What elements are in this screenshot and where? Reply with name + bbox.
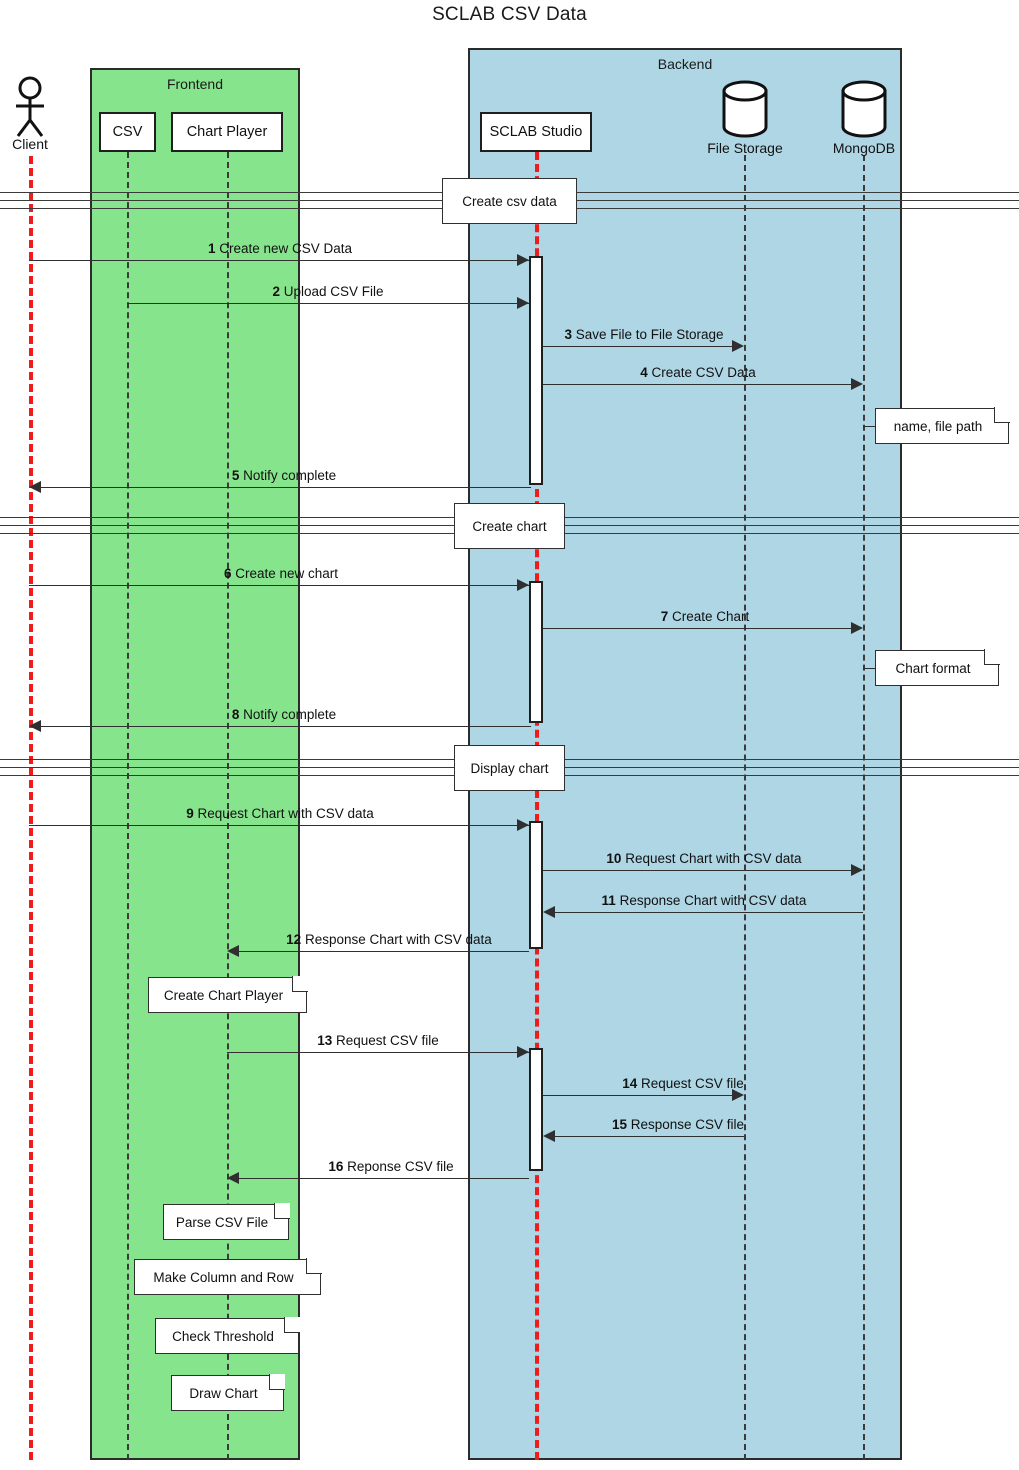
message-arrow-2	[127, 303, 529, 304]
message-arrowhead-8	[29, 720, 41, 732]
database-file-storage-label: File Storage	[707, 140, 783, 156]
message-arrow-5	[41, 487, 531, 488]
note-make-column-and-row: Make Column and Row	[134, 1258, 322, 1295]
message-label-12: 12 Response Chart with CSV data	[286, 932, 492, 947]
group-frontend-label: Frontend	[166, 76, 224, 92]
note-chart-format: Chart format	[875, 649, 1000, 686]
activation-sclab-studio-3	[529, 821, 543, 949]
group-backend-label: Backend	[657, 56, 713, 72]
message-arrow-14	[543, 1095, 732, 1096]
message-arrow-6	[29, 585, 529, 586]
message-arrow-7	[543, 628, 851, 629]
message-label-4: 4 Create CSV Data	[640, 365, 756, 380]
message-label-9: 9 Request Chart with CSV data	[186, 806, 374, 821]
lifeline-csv	[127, 152, 129, 1460]
message-label-13: 13 Request CSV file	[317, 1033, 439, 1048]
message-label-5: 5 Notify complete	[231, 468, 337, 483]
message-arrowhead-2	[517, 297, 529, 309]
message-label-15: 15 Response CSV file	[611, 1117, 745, 1132]
sequence-diagram-canvas: SCLAB CSV Data Frontend Backend Client C…	[0, 0, 1019, 1470]
message-label-6: 6 Create new chart	[223, 566, 339, 581]
page-title: SCLAB CSV Data	[432, 4, 587, 25]
message-label-3: 3 Save File to File Storage	[564, 327, 724, 342]
message-label-7: 7 Create Chart	[660, 609, 750, 624]
message-arrowhead-5	[29, 481, 41, 493]
message-arrow-1	[29, 260, 529, 261]
note-check-threshold: Check Threshold	[155, 1317, 300, 1354]
lifeline-file-storage	[744, 155, 746, 1460]
database-file-storage	[721, 79, 769, 139]
message-arrow-3	[543, 346, 732, 347]
note-make-column-and-row-text: Make Column and Row	[153, 1269, 294, 1285]
database-mongodb	[840, 79, 888, 139]
note-draw-chart-text: Draw Chart	[189, 1385, 258, 1401]
participant-head-csv-label: CSV	[112, 124, 143, 140]
note-parse-csv-file-text: Parse CSV File	[175, 1214, 269, 1230]
message-arrow-10	[543, 870, 851, 871]
lifeline-mongodb	[863, 155, 865, 1460]
note-check-threshold-text: Check Threshold	[172, 1328, 274, 1344]
note-name-file-path: name, file path	[875, 407, 1010, 444]
note-anchor-chart-format	[863, 668, 875, 669]
participant-head-chart-player-label: Chart Player	[186, 124, 268, 140]
message-arrow-8	[41, 726, 531, 727]
database-mongodb-label: MongoDB	[832, 140, 896, 156]
fragment-divider-display-chart: Display chart	[0, 745, 1019, 791]
note-create-chart-player: Create Chart Player	[148, 976, 308, 1013]
message-arrow-15	[555, 1136, 744, 1137]
fragment-divider-create-chart: Create chart	[0, 503, 1019, 549]
note-anchor-name-file-path	[863, 426, 875, 427]
message-label-2: 2 Upload CSV File	[272, 284, 384, 299]
message-label-14: 14 Request CSV file	[622, 1076, 744, 1091]
participant-head-sclab-studio-label: SCLAB Studio	[489, 124, 583, 140]
message-arrowhead-9	[517, 819, 529, 831]
note-chart-format-text: Chart format	[895, 660, 971, 676]
note-draw-chart: Draw Chart	[171, 1374, 285, 1411]
message-arrowhead-4	[851, 378, 863, 390]
actor-client-label: Client	[12, 136, 48, 152]
message-label-1: 1 Create new CSV Data	[207, 241, 353, 256]
note-name-file-path-text: name, file path	[893, 418, 983, 434]
message-arrow-13	[227, 1052, 529, 1053]
activation-sclab-studio-1	[529, 256, 543, 485]
fragment-divider-create-csv-data: Create csv data	[0, 178, 1019, 224]
message-arrow-12	[239, 951, 529, 952]
message-label-8: 8 Notify complete	[231, 707, 337, 722]
message-arrowhead-16	[227, 1172, 239, 1184]
message-arrow-16	[239, 1178, 529, 1179]
message-arrowhead-1	[517, 254, 529, 266]
fragment-label-create-csv-data: Create csv data	[442, 178, 577, 224]
message-arrow-11	[555, 912, 863, 913]
participant-head-chart-player[interactable]: Chart Player	[171, 112, 283, 152]
actor-client	[10, 76, 50, 138]
lifeline-client	[29, 156, 33, 1460]
note-parse-csv-file: Parse CSV File	[163, 1203, 290, 1240]
message-label-16: 16 Reponse CSV file	[328, 1159, 454, 1174]
fragment-label-display-chart: Display chart	[454, 745, 565, 791]
activation-sclab-studio-2	[529, 581, 543, 723]
message-arrow-9	[29, 825, 529, 826]
fragment-label-create-chart: Create chart	[454, 503, 565, 549]
message-arrow-4	[543, 384, 851, 385]
message-arrowhead-6	[517, 579, 529, 591]
activation-sclab-studio-4	[529, 1048, 543, 1171]
note-create-chart-player-text: Create Chart Player	[163, 987, 284, 1003]
participant-head-sclab-studio[interactable]: SCLAB Studio	[480, 112, 592, 152]
participant-head-csv[interactable]: CSV	[99, 112, 156, 152]
message-label-10: 10 Request Chart with CSV data	[606, 851, 802, 866]
message-label-11: 11 Response Chart with CSV data	[601, 893, 807, 908]
